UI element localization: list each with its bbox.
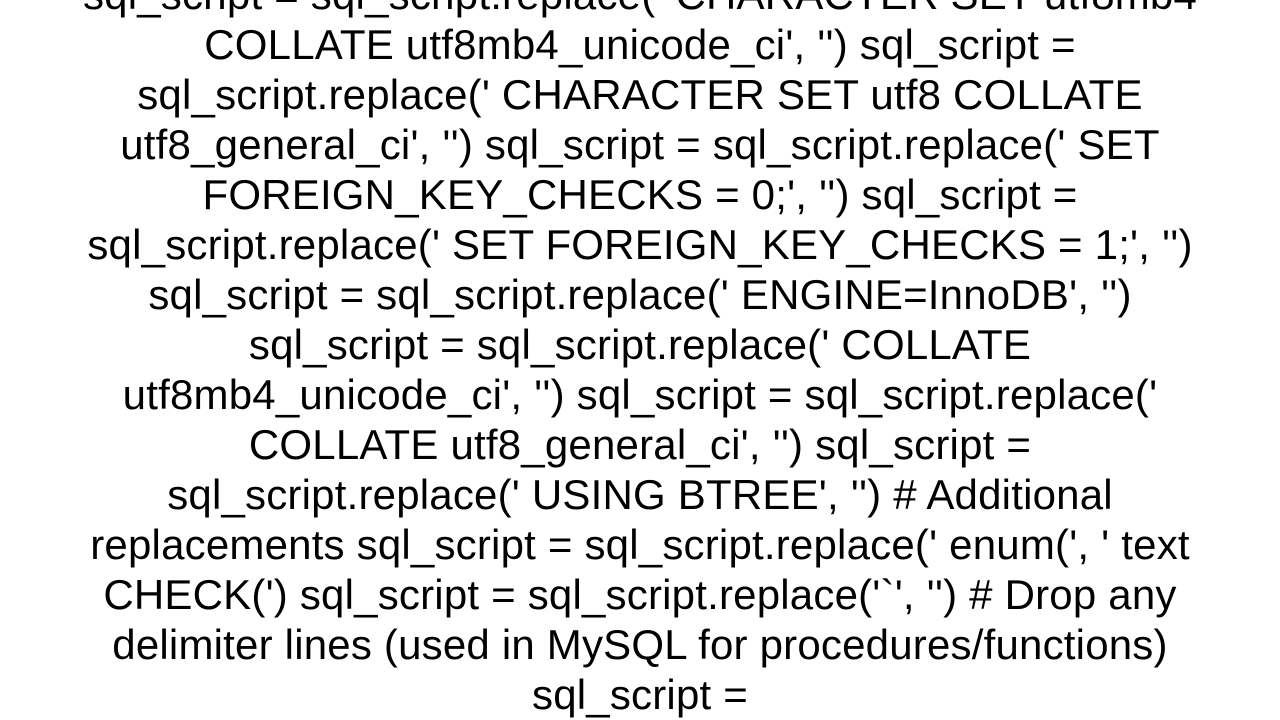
code-text-block: sql_script = sql_script.replace(' CHARAC… — [80, 0, 1200, 720]
page-container: sql_script = sql_script.replace(' CHARAC… — [0, 0, 1280, 720]
